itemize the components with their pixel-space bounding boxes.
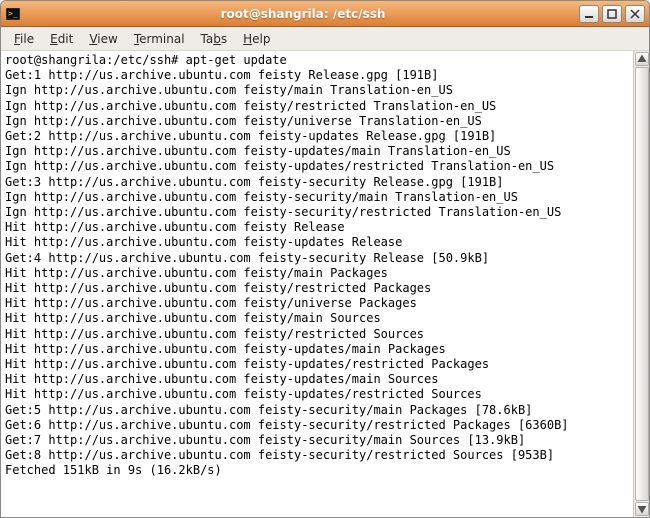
svg-text:>_: >_ [8, 9, 18, 18]
menu-tabs-mn: b [213, 32, 221, 46]
menu-edit-mn: E [50, 32, 58, 46]
terminal-output[interactable]: root@shangrila:/etc/ssh# apt-get update … [1, 51, 633, 517]
menu-terminal-rest: erminal [139, 32, 184, 46]
menu-help-rest: elp [252, 32, 270, 46]
titlebar[interactable]: >_ root@shangrila: /etc/ssh [1, 1, 649, 27]
menu-tabs-pre: Ta [201, 32, 214, 46]
menu-terminal[interactable]: Terminal [127, 30, 192, 48]
terminal-icon: >_ [5, 6, 21, 22]
menu-view-rest: iew [97, 32, 118, 46]
menu-help-mn: H [243, 32, 252, 46]
menu-file[interactable]: File [7, 30, 41, 48]
close-button[interactable] [625, 5, 645, 23]
window-controls [579, 5, 645, 23]
window-title: root@shangrila: /etc/ssh [27, 7, 579, 21]
terminal-wrap: root@shangrila:/etc/ssh# apt-get update … [1, 51, 649, 517]
maximize-button[interactable] [602, 5, 622, 23]
minimize-button[interactable] [579, 5, 599, 23]
menu-help[interactable]: Help [236, 30, 277, 48]
scroll-down-button[interactable] [635, 502, 649, 516]
menu-file-rest: ile [20, 32, 34, 46]
menu-tabs-rest: s [221, 32, 227, 46]
menubar: File Edit View Terminal Tabs Help [1, 27, 649, 51]
menu-view[interactable]: View [82, 30, 124, 48]
scrollbar [633, 51, 649, 517]
scroll-up-button[interactable] [635, 52, 649, 66]
scroll-track[interactable] [635, 67, 649, 501]
menu-edit-rest: dit [58, 32, 74, 46]
menu-tabs[interactable]: Tabs [194, 30, 235, 48]
menu-edit[interactable]: Edit [43, 30, 80, 48]
scroll-thumb[interactable] [635, 67, 649, 501]
